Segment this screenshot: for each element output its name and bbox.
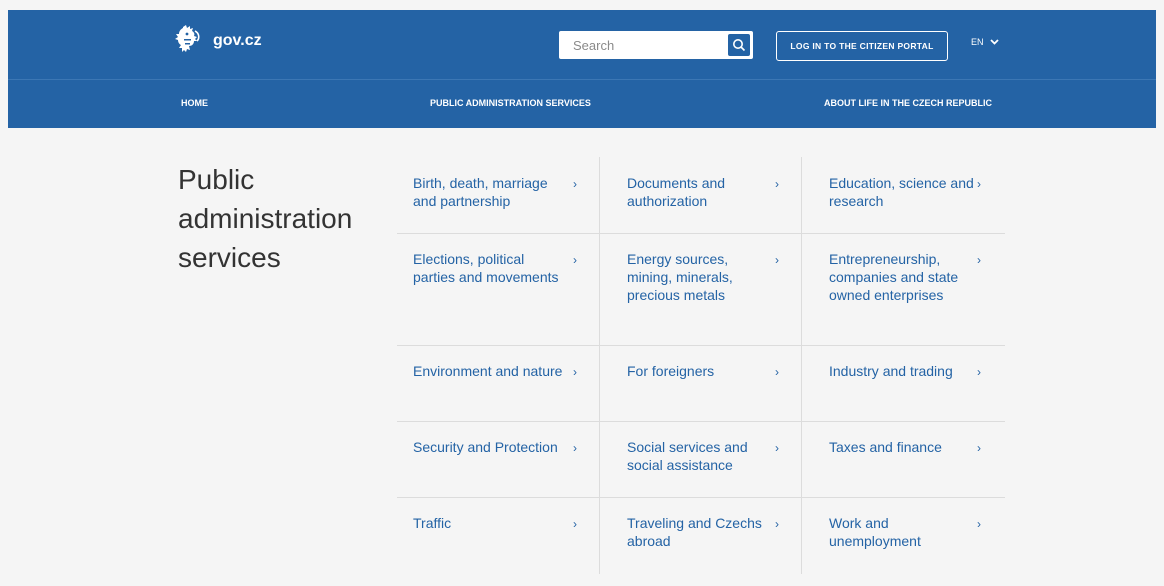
category-label: Industry and trading	[829, 363, 953, 379]
category-label: Traveling and Czechs abroad	[627, 515, 762, 549]
chevron-right-icon: ›	[573, 253, 577, 267]
chevron-down-icon	[989, 39, 999, 45]
category-link[interactable]: Elections, political parties and movemen…	[397, 233, 599, 345]
site-header: gov.cz LOG IN TO THE CITIZEN PORTAL EN H…	[8, 10, 1156, 128]
search-box	[559, 31, 753, 59]
chevron-right-icon: ›	[573, 365, 577, 379]
chevron-right-icon: ›	[977, 441, 981, 455]
category-link[interactable]: Social services and social assistance ›	[599, 421, 801, 497]
category-label: Energy sources, mining, minerals, precio…	[627, 251, 733, 303]
category-link[interactable]: Traveling and Czechs abroad ›	[599, 497, 801, 574]
search-icon	[733, 39, 746, 52]
category-link[interactable]: Entrepreneurship, companies and state ow…	[801, 233, 1003, 345]
chevron-right-icon: ›	[977, 253, 981, 267]
chevron-right-icon: ›	[573, 441, 577, 455]
page-title: Public administration services	[178, 164, 353, 273]
nav-public-administration-services[interactable]: PUBLIC ADMINISTRATION SERVICES	[430, 98, 591, 108]
home-logo-link[interactable]: gov.cz	[171, 23, 262, 57]
category-label: Birth, death, marriage and partnership	[413, 175, 548, 209]
nav-about-life-czech-republic[interactable]: ABOUT LIFE IN THE CZECH REPUBLIC	[824, 98, 992, 108]
nav-home[interactable]: HOME	[181, 98, 208, 108]
category-label: Entrepreneurship, companies and state ow…	[829, 251, 959, 303]
category-link[interactable]: Security and Protection ›	[397, 421, 599, 497]
chevron-right-icon: ›	[573, 517, 577, 531]
category-label: Elections, political parties and movemen…	[413, 251, 559, 285]
category-label: Environment and nature	[413, 363, 563, 379]
category-link[interactable]: For foreigners ›	[599, 345, 801, 421]
category-link[interactable]: Industry and trading ›	[801, 345, 1003, 421]
header-divider	[8, 79, 1156, 80]
category-link[interactable]: Traffic ›	[397, 497, 599, 574]
chevron-right-icon: ›	[573, 177, 577, 191]
chevron-right-icon: ›	[977, 177, 981, 191]
category-link[interactable]: Work and unemployment ›	[801, 497, 1003, 574]
category-label: Taxes and finance	[829, 439, 942, 455]
category-link[interactable]: Documents and authorization ›	[599, 157, 801, 233]
chevron-right-icon: ›	[775, 253, 779, 267]
page: gov.cz LOG IN TO THE CITIZEN PORTAL EN H…	[0, 0, 1164, 586]
category-label: Work and unemployment	[829, 515, 921, 549]
chevron-right-icon: ›	[775, 441, 779, 455]
czech-lion-icon	[175, 25, 200, 52]
category-label: Security and Protection	[413, 439, 558, 455]
language-label: EN	[971, 37, 984, 47]
category-link[interactable]: Energy sources, mining, minerals, precio…	[599, 233, 801, 345]
chevron-right-icon: ›	[775, 365, 779, 379]
category-label: For foreigners	[627, 363, 715, 379]
category-link[interactable]: Education, science and research ›	[801, 157, 1003, 233]
logo-text: gov.cz	[213, 32, 262, 49]
category-label: Social services and social assistance	[627, 439, 748, 473]
category-label: Documents and authorization	[627, 175, 726, 209]
category-grid: Birth, death, marriage and partnership › D…	[397, 157, 1005, 574]
chevron-right-icon: ›	[775, 517, 779, 531]
citizen-portal-login-button[interactable]: LOG IN TO THE CITIZEN PORTAL	[776, 31, 948, 61]
chevron-right-icon: ›	[775, 177, 779, 191]
search-button[interactable]	[728, 34, 750, 56]
category-link[interactable]: Taxes and finance ›	[801, 421, 1003, 497]
category-label: Traffic	[413, 515, 452, 531]
category-link[interactable]: Birth, death, marriage and partnership ›	[397, 157, 599, 233]
language-selector[interactable]: EN	[971, 37, 999, 47]
category-link[interactable]: Environment and nature ›	[397, 345, 599, 421]
chevron-right-icon: ›	[977, 517, 981, 531]
search-input[interactable]	[559, 31, 719, 59]
chevron-right-icon: ›	[977, 365, 981, 379]
category-label: Education, science and research	[829, 175, 974, 209]
